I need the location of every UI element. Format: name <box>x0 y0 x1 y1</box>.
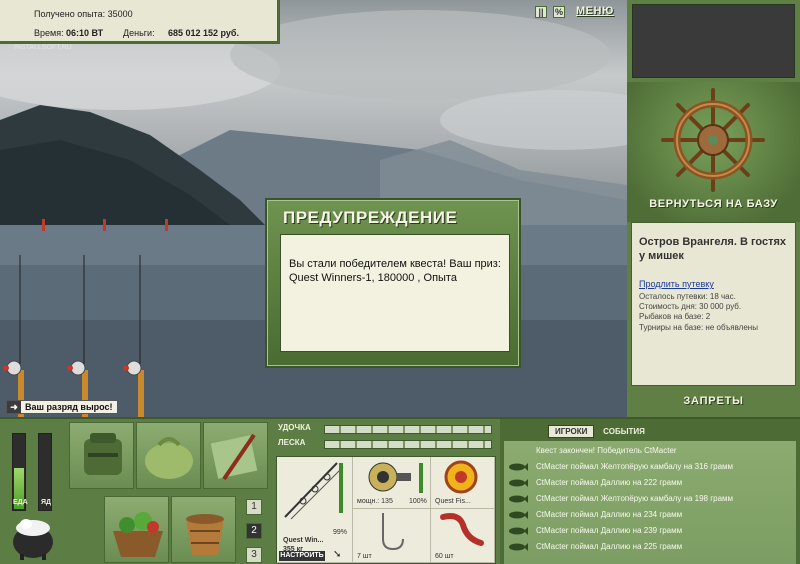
tab-events[interactable]: СОБЫТИЯ <box>597 426 651 437</box>
event-text: CtMacter поймал Желтопёрую камбалу на 19… <box>536 494 734 503</box>
vegetable-basket-slot[interactable] <box>104 496 169 563</box>
food-label: ЕДА <box>13 499 28 506</box>
events-panel: ИГРОКИ СОБЫТИЯ Квест закончен! Победител… <box>500 419 800 564</box>
list-item: CtMacter поймал Даллию на 225 грамм <box>504 539 796 555</box>
rod-percent: 99% <box>333 529 348 536</box>
rod-durability-row: УДОЧКА <box>278 423 494 435</box>
bucket-slot[interactable] <box>171 496 236 563</box>
fish-icon <box>509 495 528 503</box>
watermark-text: INSTALLSOFT.RU <box>14 44 72 51</box>
rod-cell[interactable]: 99% Quest Win... 355 кг НАСТРОИТЬ ➘ <box>277 457 353 563</box>
setup-button[interactable]: НАСТРОИТЬ <box>279 551 325 561</box>
list-item: CtMacter поймал Желтопёрую камбалу на 19… <box>504 491 796 507</box>
tackle-panel: 99% Quest Win... 355 кг НАСТРОИТЬ ➘ мощн… <box>276 456 496 564</box>
wrench-icon[interactable]: % <box>553 6 565 18</box>
event-header: Квест закончен! Победитель CtMacter <box>504 443 796 459</box>
menu-button[interactable]: МЕНЮ <box>576 5 614 17</box>
list-item: CtMacter поймал Даллию на 239 грамм <box>504 523 796 539</box>
rank-up-toast[interactable]: ➜ Ваш разряд вырос! <box>6 400 118 414</box>
poison-label: ЯД <box>41 499 52 506</box>
bans-button[interactable]: ЗАПРЕТЫ <box>627 395 800 407</box>
list-item: CtMacter поймал Желтопёрую камбалу на 31… <box>504 459 796 475</box>
ad-box <box>632 4 795 78</box>
bait-cell[interactable]: 60 шт <box>431 509 495 563</box>
bait-count: 60 шт <box>435 553 454 560</box>
return-to-base-button[interactable]: ВЕРНУТЬСЯ НА БАЗУ <box>627 198 800 210</box>
backpack-slot[interactable] <box>69 422 134 489</box>
page-button-2[interactable]: 2 <box>246 523 262 539</box>
events-list: Квест закончен! Победитель CtMacter CtMa… <box>504 441 796 564</box>
page-button-3[interactable]: 3 <box>246 547 262 563</box>
lure-name: Quest Fis... <box>435 498 471 505</box>
reel-percent: 100% <box>409 498 427 505</box>
line-label: ЛЕСКА <box>278 438 306 447</box>
hook-cell[interactable]: 7 шт <box>353 509 431 563</box>
fish-icon <box>509 479 528 487</box>
bottom-bar: ЕДА ЯД 1 2 3 УДОЧКА ЛЕСКА 99% Quest Win.… <box>0 417 800 564</box>
fish-icon <box>509 527 528 535</box>
map-quill-slot[interactable] <box>203 422 268 489</box>
right-panel: ВЕРНУТЬСЯ НА БАЗУ Остров Врангеля. В гос… <box>627 0 800 417</box>
event-text: CtMacter поймал Даллию на 239 грамм <box>536 526 683 535</box>
rod-durability-bar <box>324 425 492 434</box>
time-value: 06:10 ВТ <box>66 28 104 38</box>
list-item: CtMacter поймал Даллию на 222 грамм <box>504 475 796 491</box>
time-label: Время: <box>34 28 64 38</box>
tab-players[interactable]: ИГРОКИ <box>548 425 595 438</box>
fish-icon <box>509 463 528 471</box>
warning-dialog: ПРЕДУПРЕЖДЕНИЕ Вы стали победителем квес… <box>265 198 521 368</box>
line-durability-row: ЛЕСКА <box>278 438 494 450</box>
experience-text: Получено опыта: 35000 <box>34 9 133 19</box>
location-title: Остров Врангеля. В гостях у мишек <box>639 236 787 262</box>
event-text: CtMacter поймал Даллию на 234 грамм <box>536 510 683 519</box>
info-line: Стоимость дня: 30 000 руб. <box>639 302 742 311</box>
rod-label: УДОЧКА <box>278 423 311 432</box>
list-item: CtMacter поймал Даллию на 234 грамм <box>504 507 796 523</box>
money-value: 685 012 152 руб. <box>168 28 239 38</box>
info-line: Рыбаков на базе: 2 <box>639 312 711 321</box>
reel-cell[interactable]: мощн.: 135 100% <box>353 457 431 509</box>
dialog-body[interactable]: Вы стали победителем квеста! Ваш приз: Q… <box>280 234 510 352</box>
event-text: Квест закончен! Победитель CtMacter <box>536 446 677 455</box>
sack-slot[interactable] <box>136 422 201 489</box>
rod-name: Quest Win... <box>283 537 324 544</box>
lure-cell[interactable]: Quest Fis... <box>431 457 495 509</box>
info-line: Турниры на базе: не объявлены <box>639 323 758 332</box>
info-line: Осталось путевки: 18 час. <box>639 292 736 301</box>
cooking-pot-icon[interactable] <box>6 514 60 562</box>
extend-permit-link[interactable]: Продлить путевку <box>639 279 714 289</box>
event-text: CtMacter поймал Даллию на 222 грамм <box>536 478 683 487</box>
pause-icon[interactable]: || <box>535 6 547 18</box>
player-stats-panel: Получено опыта: 35000 Время: 06:10 ВТ Де… <box>0 0 280 44</box>
line-durability-bar <box>324 440 492 449</box>
dialog-title: ПРЕДУПРЕЖДЕНИЕ <box>283 208 458 227</box>
fish-icon <box>509 511 528 519</box>
location-info-box: Остров Врангеля. В гостях у мишек Продли… <box>631 222 796 386</box>
hook-count: 7 шт <box>357 553 372 560</box>
toast-text: Ваш разряд вырос! <box>25 402 113 412</box>
arrow-down-right-icon: ➘ <box>333 549 342 560</box>
money-label: Деньги: <box>123 28 155 38</box>
fish-icon <box>509 543 528 551</box>
arrow-right-icon: ➜ <box>7 401 21 413</box>
dialog-message: Вы стали победителем квеста! Ваш приз: Q… <box>289 258 501 284</box>
reel-power: мощн.: 135 <box>357 498 393 505</box>
event-text: CtMacter поймал Даллию на 225 грамм <box>536 542 683 551</box>
page-button-1[interactable]: 1 <box>246 499 262 515</box>
event-text: CtMacter поймал Желтопёрую камбалу на 31… <box>536 462 734 471</box>
